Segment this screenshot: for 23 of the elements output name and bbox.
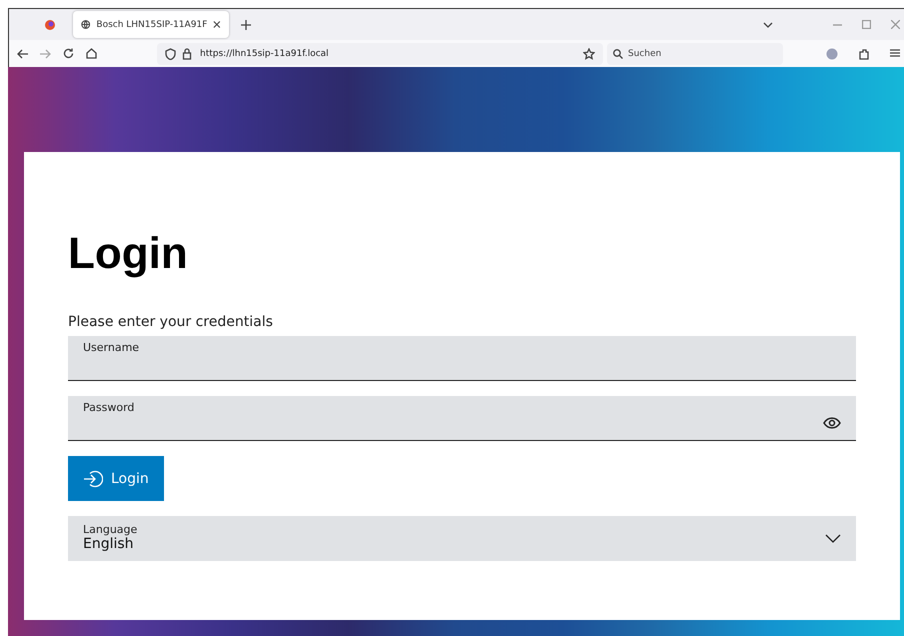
back-arrow-icon[interactable]: [17, 48, 28, 58]
language-dropdown[interactable]: Language English: [68, 516, 856, 561]
close-icon[interactable]: [213, 20, 221, 29]
menu-icon[interactable]: [890, 48, 900, 58]
globe-icon[interactable]: [81, 19, 90, 30]
search-icon[interactable]: [613, 48, 623, 58]
page-title: Login: [68, 228, 189, 280]
password-field[interactable]: Password: [68, 396, 856, 441]
eye-icon[interactable]: [823, 417, 841, 429]
chevron-down-icon[interactable]: [825, 534, 841, 544]
chevron-down-icon[interactable]: [763, 20, 773, 30]
username-field[interactable]: Username: [68, 336, 856, 381]
star-icon[interactable]: [583, 48, 595, 60]
login-button[interactable]: Login: [68, 456, 164, 501]
instruction-text: Please enter your credentials: [68, 314, 274, 330]
reload-icon[interactable]: [63, 48, 74, 59]
shield-icon[interactable]: [165, 48, 176, 60]
browser-tab[interactable]: Bosch LHN15SIP-11A91F: [73, 11, 229, 38]
login-arrow-icon[interactable]: [83, 468, 103, 488]
plus-icon[interactable]: [241, 20, 251, 30]
search-field[interactable]: Suchen: [607, 42, 783, 64]
tab-title: Bosch LHN15SIP-11A91F: [96, 20, 208, 30]
home-icon[interactable]: [86, 48, 97, 59]
